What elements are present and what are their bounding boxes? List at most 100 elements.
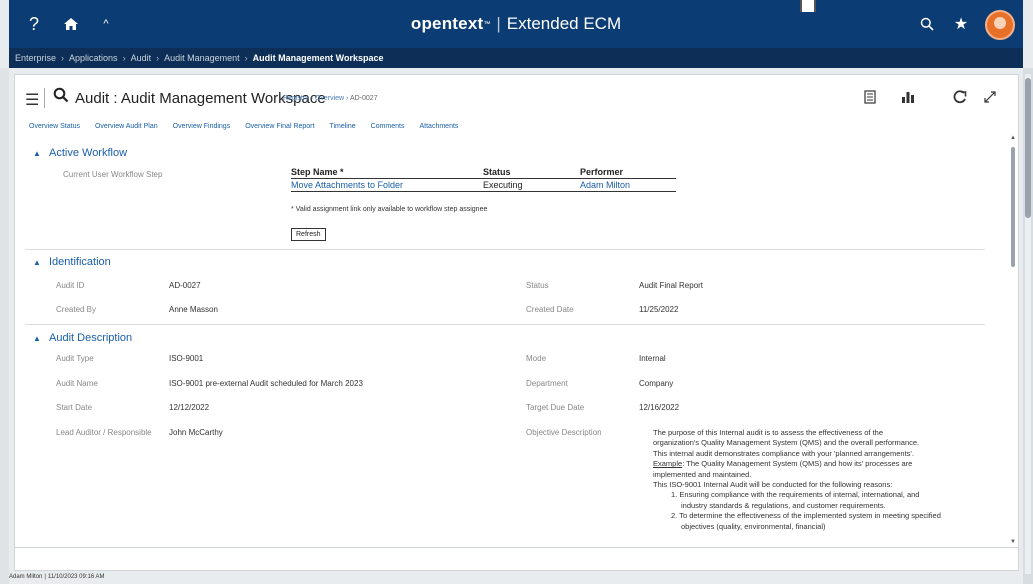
registry-link[interactable]: Registry bbox=[283, 95, 309, 102]
mode-label: Mode bbox=[526, 354, 547, 363]
favorites-star-icon[interactable]: ★ bbox=[949, 0, 973, 48]
registry-current: AD-0027 bbox=[349, 95, 378, 102]
department-label: Department bbox=[526, 379, 568, 388]
window-edge-fragment bbox=[800, 0, 816, 12]
workflow-step-link[interactable]: Move Attachments to Folder bbox=[291, 180, 403, 190]
share-icon[interactable] bbox=[951, 88, 969, 106]
section-title: Active Workflow bbox=[49, 147, 128, 159]
objective-line-text: The Quality Management System (QMS) and … bbox=[686, 459, 913, 469]
section-header-active-workflow[interactable]: ▲ Active Workflow bbox=[33, 147, 127, 159]
product-name: Extended ECM bbox=[506, 14, 622, 33]
tab-overview-findings[interactable]: Overview Findings bbox=[173, 123, 231, 130]
audit-type-value: ISO-9001 bbox=[169, 354, 204, 363]
column-step-name: Step Name * bbox=[291, 167, 344, 177]
tab-attachments[interactable]: Attachments bbox=[420, 123, 459, 130]
objective-line: Example: The Quality Management System (… bbox=[653, 459, 913, 469]
created-by-label: Created By bbox=[56, 305, 97, 314]
objective-line: objectives (quality, environmental, fina… bbox=[681, 521, 826, 531]
chevron-right-icon: › bbox=[122, 53, 126, 63]
audit-name-value: ISO-9001 pre-external Audit scheduled fo… bbox=[169, 379, 363, 388]
chevron-right-icon: › bbox=[156, 53, 160, 63]
workspace-search-icon[interactable] bbox=[53, 87, 69, 108]
section-divider bbox=[25, 324, 985, 325]
content-scrollbar[interactable]: ▲ ▼ bbox=[1010, 135, 1016, 545]
department-value: Company bbox=[639, 379, 674, 388]
audit-id-value: AD-0027 bbox=[169, 281, 201, 290]
tab-comments[interactable]: Comments bbox=[371, 123, 405, 130]
panel-footer-divider bbox=[15, 547, 1018, 548]
workflow-performer-link[interactable]: Adam Milton bbox=[580, 180, 630, 190]
audit-id-label: Audit ID bbox=[56, 281, 85, 290]
breadcrumb-audit[interactable]: Audit bbox=[131, 53, 152, 63]
lead-auditor-value: John McCarthy bbox=[169, 428, 223, 437]
header-divider bbox=[44, 88, 45, 108]
status-timestamp: 11/10/2023 09:16 AM bbox=[47, 574, 105, 580]
objective-description: The purpose of this Internal audit is to… bbox=[653, 428, 978, 532]
menu-icon[interactable]: ☰ bbox=[25, 90, 39, 110]
breadcrumb-audit-management[interactable]: Audit Management bbox=[164, 53, 240, 63]
workflow-table-rule bbox=[291, 178, 676, 179]
scroll-down-icon[interactable]: ▼ bbox=[1010, 539, 1016, 545]
search-icon[interactable] bbox=[915, 0, 939, 48]
breadcrumb-current: Audit Management Workspace bbox=[252, 53, 384, 63]
workspace-content: ▲ Active Workflow Current User Workflow S… bbox=[23, 135, 1003, 545]
status-user: Adam Milton bbox=[9, 574, 43, 580]
status-label: Status bbox=[526, 281, 549, 290]
user-avatar[interactable] bbox=[985, 10, 1015, 40]
status-value: Audit Final Report bbox=[639, 281, 704, 290]
opentext-logo: opentext bbox=[410, 14, 484, 33]
content-scroll-thumb[interactable] bbox=[1011, 147, 1015, 267]
workflow-step-status: Executing bbox=[483, 180, 523, 190]
left-edge-strip bbox=[0, 68, 9, 584]
tab-overview-audit-plan[interactable]: Overview Audit Plan bbox=[95, 123, 158, 130]
document-icon[interactable] bbox=[861, 88, 879, 106]
scroll-up-icon[interactable]: ▲ bbox=[1010, 135, 1016, 141]
section-title: Identification bbox=[49, 256, 111, 268]
start-date-value: 12/12/2022 bbox=[169, 403, 210, 412]
section-title: Audit Description bbox=[49, 332, 133, 344]
refresh-button[interactable]: Refresh bbox=[291, 228, 326, 241]
brand-trademark: ™ bbox=[483, 20, 491, 28]
chevron-right-icon: › bbox=[61, 53, 65, 63]
tab-timeline[interactable]: Timeline bbox=[329, 123, 355, 130]
section-divider bbox=[25, 249, 985, 250]
top-app-bar: ? ^ opentext ™ | Extended ECM ★ bbox=[9, 0, 1023, 48]
workflow-assignment-note: * Valid assignment link only available t… bbox=[291, 206, 488, 213]
chevron-up-icon: ▲ bbox=[33, 258, 41, 267]
bar-chart-icon[interactable] bbox=[899, 88, 917, 106]
breadcrumb-applications[interactable]: Applications bbox=[69, 53, 118, 63]
expand-icon[interactable] bbox=[981, 88, 999, 106]
tab-overview-status[interactable]: Overview Status bbox=[29, 123, 80, 130]
column-status: Status bbox=[483, 167, 511, 177]
workspace-panel: ☰ Audit : Audit Management Workspace Reg… bbox=[14, 74, 1019, 571]
target-due-value: 12/16/2022 bbox=[639, 403, 680, 412]
start-date-label: Start Date bbox=[56, 403, 93, 412]
tab-overview-final-report[interactable]: Overview Final Report bbox=[245, 123, 314, 130]
objective-line: implemented and maintained. bbox=[653, 469, 752, 479]
example-underlined: Example bbox=[653, 459, 683, 469]
workflow-table-rule bbox=[291, 191, 676, 192]
target-due-label: Target Due Date bbox=[526, 403, 585, 412]
breadcrumb: Enterprise › Applications › Audit › Audit M… bbox=[9, 48, 1023, 68]
objective-label: Objective Description bbox=[526, 428, 602, 437]
section-header-audit-description[interactable]: ▲ Audit Description bbox=[33, 332, 132, 344]
created-date-label: Created Date bbox=[526, 305, 574, 314]
chevron-up-icon: ▲ bbox=[33, 149, 41, 158]
workspace-header: ☰ Audit : Audit Management Workspace Reg… bbox=[15, 75, 1018, 119]
page-scrollbar[interactable] bbox=[1023, 68, 1033, 584]
product-brand: opentext ™ | Extended ECM bbox=[9, 0, 1023, 48]
objective-line: This ISO-9001 Internal Audit will be con… bbox=[653, 480, 893, 490]
breadcrumb-enterprise[interactable]: Enterprise bbox=[15, 53, 56, 63]
objective-line: The purpose of this Internal audit is to… bbox=[653, 428, 883, 437]
objective-line: This internal audit demonstrates complia… bbox=[653, 448, 914, 458]
objective-line: organization's Quality Management System… bbox=[653, 438, 920, 448]
column-performer: Performer bbox=[580, 167, 624, 177]
registry-breadcrumb: Registry › Overview › AD-0027 bbox=[283, 95, 378, 102]
scrollbar-thumb[interactable] bbox=[1025, 78, 1031, 218]
status-bar: Adam Milton | 11/10/2023 09:16 AM bbox=[0, 574, 1033, 584]
chevron-up-icon: ▲ bbox=[33, 334, 41, 343]
objective-line: industry standards & regulations, and cu… bbox=[681, 500, 886, 510]
overview-link[interactable]: Overview bbox=[315, 95, 344, 102]
section-header-identification[interactable]: ▲ Identification bbox=[33, 256, 111, 268]
brand-separator: | bbox=[496, 14, 501, 33]
